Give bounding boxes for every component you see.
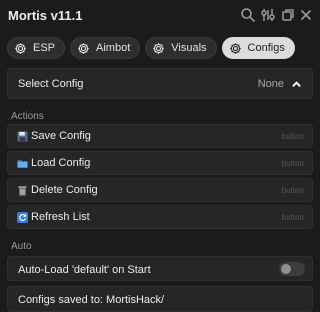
button-type-hint: button bbox=[281, 213, 304, 222]
config-select-dropdown[interactable]: Select Config None bbox=[7, 68, 313, 99]
refresh-list-label: Refresh List bbox=[31, 211, 90, 223]
gear-icon bbox=[78, 42, 89, 54]
chevron-up-icon bbox=[291, 79, 302, 90]
tab-visuals[interactable]: Visuals bbox=[145, 37, 217, 59]
tab-aimbot[interactable]: Aimbot bbox=[70, 37, 141, 59]
floppy-disk-icon bbox=[17, 130, 28, 142]
auto-load-toggle[interactable] bbox=[279, 262, 305, 276]
gear-icon bbox=[15, 42, 26, 54]
config-path-text: Configs saved to: MortisHack/ bbox=[18, 294, 165, 306]
button-type-hint: button bbox=[281, 132, 304, 141]
tab-label: Visuals bbox=[171, 42, 207, 54]
config-path-info: Configs saved to: MortisHack/ bbox=[7, 286, 313, 312]
window-title: Mortis v11.1 bbox=[8, 8, 83, 23]
actions-section-header: Actions bbox=[11, 111, 44, 122]
auto-load-row: Auto-Load 'default' on Start bbox=[7, 256, 313, 281]
auto-section-header: Auto bbox=[11, 241, 32, 252]
tab-label: ESP bbox=[33, 42, 56, 54]
toggle-knob bbox=[281, 264, 291, 274]
search-icon[interactable] bbox=[240, 7, 256, 23]
tab-esp[interactable]: ESP bbox=[7, 37, 66, 59]
save-config-label: Save Config bbox=[31, 130, 91, 142]
gear-icon bbox=[229, 42, 241, 54]
tab-bar: ESP Aimbot Visuals Configs bbox=[7, 37, 295, 59]
delete-config-label: Delete Config bbox=[31, 184, 98, 196]
trash-icon bbox=[18, 185, 27, 196]
refresh-icon bbox=[17, 211, 28, 223]
config-select-label: Select Config bbox=[18, 78, 84, 90]
tab-configs[interactable]: Configs bbox=[221, 37, 295, 59]
sliders-icon[interactable] bbox=[260, 7, 276, 23]
tab-label: Aimbot bbox=[96, 42, 131, 54]
tab-label: Configs bbox=[247, 42, 285, 54]
app-window: Mortis v11.1 ESP Aimbot Visuals Configs … bbox=[0, 0, 320, 312]
gear-icon bbox=[153, 42, 165, 54]
button-type-hint: button bbox=[281, 186, 304, 195]
refresh-list-button[interactable]: Refresh List button bbox=[7, 205, 313, 229]
window-restore-icon[interactable] bbox=[280, 7, 296, 23]
title-bar: Mortis v11.1 bbox=[0, 0, 320, 32]
config-select-value: None bbox=[257, 78, 284, 90]
close-icon[interactable] bbox=[298, 7, 314, 23]
button-type-hint: button bbox=[281, 159, 304, 168]
load-config-button[interactable]: Load Config button bbox=[7, 151, 313, 175]
save-config-button[interactable]: Save Config button bbox=[7, 124, 313, 148]
delete-config-button[interactable]: Delete Config button bbox=[7, 178, 313, 202]
folder-icon bbox=[17, 159, 28, 168]
auto-load-label: Auto-Load 'default' on Start bbox=[18, 264, 151, 276]
load-config-label: Load Config bbox=[31, 157, 91, 169]
